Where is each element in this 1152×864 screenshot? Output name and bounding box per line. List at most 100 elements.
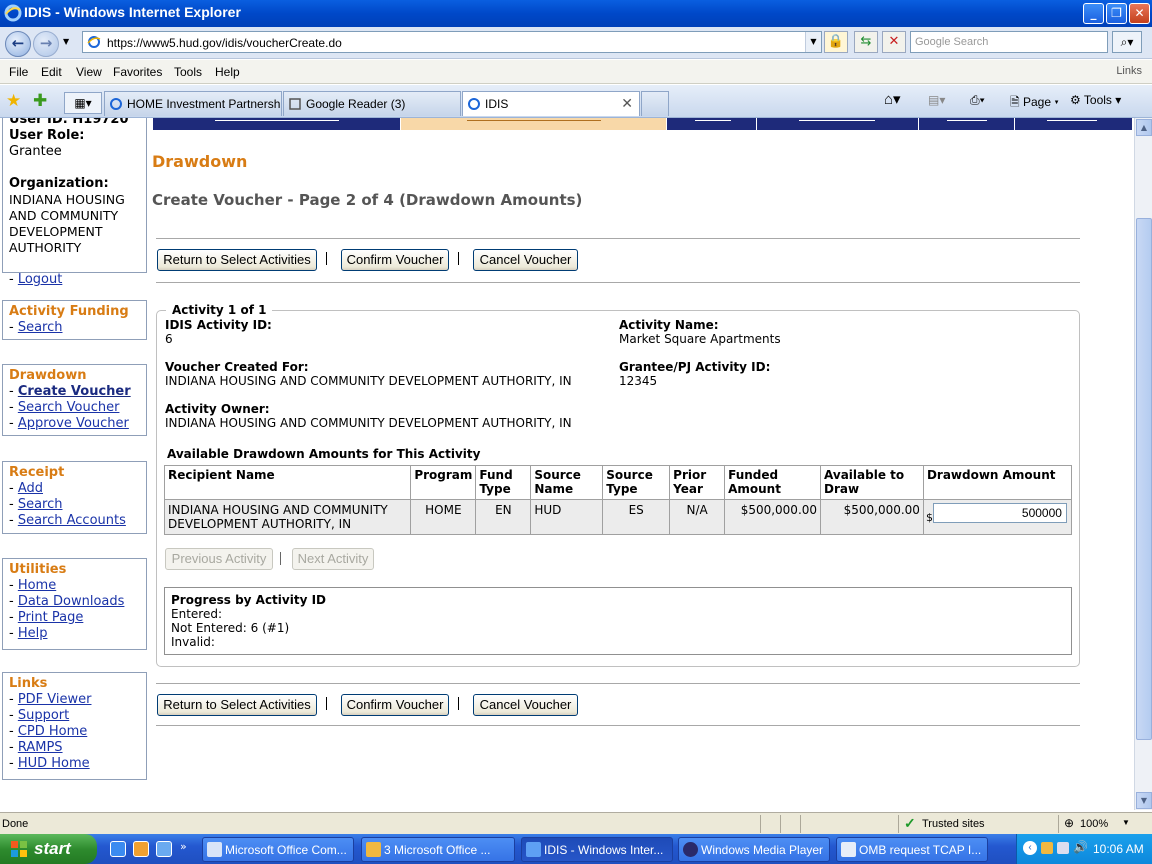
nav-tab[interactable]: [918, 118, 1014, 130]
address-dropdown-icon[interactable]: ▼: [805, 32, 821, 52]
address-toolbar: ← → ▼ https://www5.hud.gov/idis/voucherC…: [0, 27, 1152, 59]
volume-icon[interactable]: 🔊: [1073, 840, 1088, 854]
sidebar-item-create-voucher[interactable]: Create Voucher: [18, 384, 131, 399]
tab-google-reader[interactable]: Google Reader (3): [283, 91, 461, 116]
idis-activity-id-label: IDIS Activity ID:: [165, 318, 272, 332]
previous-activity-button[interactable]: Previous Activity: [165, 548, 273, 570]
new-tab-button[interactable]: [641, 91, 669, 116]
scroll-down-icon[interactable]: ▼: [1136, 792, 1152, 809]
confirm-voucher-button[interactable]: Confirm Voucher: [341, 249, 449, 271]
task-label: OMB request TCAP I...: [859, 843, 982, 857]
document-icon: [841, 842, 856, 857]
minimize-button[interactable]: _: [1083, 3, 1104, 24]
nav-tab-funding-drawdown[interactable]: [400, 118, 666, 130]
start-button[interactable]: start: [0, 834, 97, 864]
links-toolbar[interactable]: Links: [1116, 65, 1142, 77]
progress-panel: Progress by Activity ID Entered: Not Ent…: [164, 587, 1072, 655]
sidebar-item-data-downloads[interactable]: Data Downloads: [18, 594, 125, 609]
task-omb-request[interactable]: OMB request TCAP I...: [836, 837, 988, 862]
tray-network-icon[interactable]: [1057, 842, 1069, 854]
col-source-type: Source Type: [602, 465, 671, 500]
quicklaunch-outlook-icon[interactable]: [133, 841, 149, 857]
cancel-voucher-button-bottom[interactable]: Cancel Voucher: [473, 694, 578, 716]
refresh-icon[interactable]: ⇆: [854, 31, 878, 53]
gear-icon: ⚙: [1070, 93, 1081, 107]
sidebar-item-pdf-viewer[interactable]: PDF Viewer: [18, 692, 92, 707]
tab-idis[interactable]: IDIS ✕: [462, 91, 640, 116]
feeds-icon[interactable]: ▤▾: [928, 93, 945, 107]
cancel-voucher-button[interactable]: Cancel Voucher: [473, 249, 578, 271]
address-bar[interactable]: https://www5.hud.gov/idis/voucherCreate.…: [82, 31, 822, 53]
menu-file[interactable]: File: [9, 65, 28, 79]
sidebar-item-receipt-search[interactable]: Search: [18, 497, 63, 512]
return-to-select-activities-button-bottom[interactable]: Return to Select Activities: [157, 694, 317, 716]
clock[interactable]: 10:06 AM: [1093, 842, 1144, 856]
sidebar-item-activity-search[interactable]: Search: [18, 320, 63, 335]
menu-edit[interactable]: Edit: [41, 65, 62, 79]
task-microsoft-office-com[interactable]: Microsoft Office Com...: [202, 837, 354, 862]
menu-view[interactable]: View: [76, 65, 102, 79]
sidebar-item-receipt-add[interactable]: Add: [18, 481, 43, 496]
task-idis-ie[interactable]: IDIS - Windows Inter...: [521, 837, 673, 862]
scroll-thumb[interactable]: [1136, 218, 1152, 740]
page-menu[interactable]: 🗎 Page ▾: [1010, 93, 1059, 114]
sidebar-header-links: Links: [9, 676, 48, 691]
zoom-dropdown-icon[interactable]: ▼: [1122, 818, 1130, 827]
favorites-star-icon[interactable]: ★: [6, 91, 21, 111]
sidebar-item-search-voucher[interactable]: Search Voucher: [18, 400, 120, 415]
confirm-voucher-button-bottom[interactable]: Confirm Voucher: [341, 694, 449, 716]
security-zone[interactable]: Trusted sites: [922, 818, 985, 830]
task-microsoft-office-group[interactable]: 3 Microsoft Office ...: [361, 837, 515, 862]
nav-tab[interactable]: [1014, 118, 1132, 130]
tray-expand-icon[interactable]: ‹: [1023, 841, 1037, 855]
vertical-scrollbar[interactable]: ▲ ▼: [1134, 118, 1152, 810]
nav-tab[interactable]: [152, 118, 400, 130]
sidebar-item-approve-voucher[interactable]: Approve Voucher: [18, 416, 129, 431]
add-favorite-icon[interactable]: ✚: [33, 91, 47, 111]
sidebar-item-print-page[interactable]: Print Page: [18, 610, 84, 625]
scroll-up-icon[interactable]: ▲: [1136, 119, 1152, 136]
nav-tab[interactable]: [756, 118, 918, 130]
menu-help[interactable]: Help: [215, 65, 240, 79]
print-icon[interactable]: ⎙▾: [970, 93, 985, 108]
sidebar-item-help[interactable]: Help: [18, 626, 48, 641]
activity-name: Market Square Apartments: [619, 332, 781, 346]
nav-tab[interactable]: [666, 118, 756, 130]
back-button[interactable]: ←: [5, 31, 31, 57]
home-icon[interactable]: ⌂▾: [884, 90, 901, 108]
close-window-button[interactable]: ✕: [1129, 3, 1150, 24]
quicklaunch-more-icon[interactable]: »: [180, 840, 187, 853]
forward-button[interactable]: →: [33, 31, 59, 57]
sidebar-header-receipt: Receipt: [9, 465, 65, 480]
history-dropdown-icon[interactable]: ▼: [63, 37, 69, 46]
menu-favorites[interactable]: Favorites: [113, 65, 162, 79]
restore-button[interactable]: ❐: [1106, 3, 1127, 24]
sidebar-item-hud-home[interactable]: HUD Home: [18, 756, 90, 771]
task-windows-media-player[interactable]: Windows Media Player: [678, 837, 830, 862]
return-to-select-activities-button[interactable]: Return to Select Activities: [157, 249, 317, 271]
sidebar-item-ramps[interactable]: RAMPS: [18, 740, 63, 755]
stop-icon[interactable]: ✕: [882, 31, 906, 53]
drawdown-amount-input[interactable]: [932, 503, 1067, 523]
sidebar-item-home[interactable]: Home: [18, 578, 56, 593]
search-input[interactable]: Google Search: [910, 31, 1108, 53]
close-tab-icon[interactable]: ✕: [621, 95, 633, 112]
tray-outlook-icon[interactable]: [1041, 842, 1053, 854]
menu-tools[interactable]: Tools: [174, 65, 202, 79]
activity-owner-label: Activity Owner:: [165, 402, 270, 416]
logout-link[interactable]: Logout: [18, 272, 63, 287]
tab-home-investment[interactable]: HOME Investment Partnershi...: [104, 91, 282, 116]
address-url[interactable]: https://www5.hud.gov/idis/voucherCreate.…: [107, 36, 342, 50]
quicklaunch-ie-icon-2[interactable]: [156, 841, 172, 857]
quick-tabs-icon[interactable]: ▦▾: [64, 92, 102, 114]
tools-menu[interactable]: ⚙ Tools ▾: [1070, 93, 1121, 107]
zoom-level[interactable]: 100%: [1080, 818, 1108, 830]
next-activity-button[interactable]: Next Activity: [292, 548, 374, 570]
sidebar-item-support[interactable]: Support: [18, 708, 69, 723]
lock-icon[interactable]: 🔒: [824, 31, 848, 53]
search-icon[interactable]: ⌕▾: [1112, 31, 1142, 53]
quicklaunch-ie-icon[interactable]: [110, 841, 126, 857]
sidebar-item-cpd-home[interactable]: CPD Home: [18, 724, 87, 739]
window-title-bar[interactable]: IDIS - Windows Internet Explorer _ ❐ ✕: [0, 0, 1152, 27]
sidebar-item-search-accounts[interactable]: Search Accounts: [18, 513, 126, 528]
